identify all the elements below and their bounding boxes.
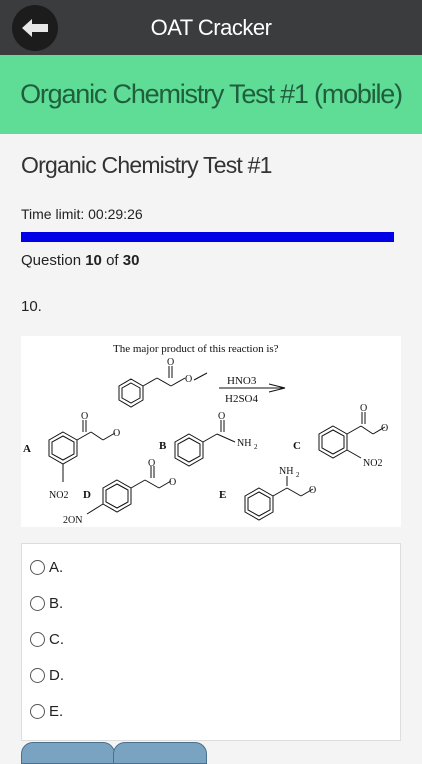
svg-text:O: O <box>381 423 388 434</box>
answer-options: A. B. C. D. E. <box>21 543 401 741</box>
svg-text:O: O <box>309 485 316 496</box>
svg-text:NH: NH <box>237 438 251 449</box>
svg-text:B: B <box>159 440 167 452</box>
time-limit: Time limit: 00:29:26 <box>21 206 143 222</box>
svg-text:NO2: NO2 <box>49 490 68 501</box>
svg-text:NH: NH <box>279 466 293 477</box>
svg-text:O: O <box>169 477 176 488</box>
test-title: Organic Chemistry Test #1 <box>21 152 272 178</box>
svg-text:A: A <box>23 443 31 455</box>
svg-text:2: 2 <box>296 471 300 479</box>
time-progress-bar <box>21 232 394 242</box>
reagent-top: HNO3 <box>227 375 257 387</box>
option-a[interactable]: A. <box>30 554 63 580</box>
previous-button[interactable] <box>21 742 115 764</box>
svg-text:D: D <box>83 489 91 501</box>
svg-text:O: O <box>218 411 225 422</box>
svg-text:O: O <box>81 411 88 422</box>
radio-icon[interactable] <box>30 667 45 683</box>
svg-text:E: E <box>219 489 226 501</box>
reagent-bottom: H2SO4 <box>225 393 259 405</box>
app-title: OAT Cracker <box>150 15 272 40</box>
figure-prompt: The major product of this reaction is? <box>113 343 279 355</box>
radio-icon[interactable] <box>30 595 45 611</box>
option-d[interactable]: D. <box>30 662 64 688</box>
radio-icon[interactable] <box>30 703 45 719</box>
next-button[interactable] <box>113 742 207 764</box>
question-number: 10. <box>21 298 42 315</box>
option-c[interactable]: C. <box>30 626 64 652</box>
svg-text:O: O <box>185 374 192 385</box>
svg-text:2: 2 <box>254 443 258 451</box>
option-b[interactable]: B. <box>30 590 63 616</box>
svg-text:2ON: 2ON <box>63 515 82 526</box>
time-progress-fill <box>21 232 394 242</box>
test-banner: Organic Chemistry Test #1 (mobile) <box>0 55 422 134</box>
radio-icon[interactable] <box>30 559 45 575</box>
svg-text:C: C <box>293 440 301 452</box>
reaction-diagram: The major product of this reaction is? O… <box>23 343 388 526</box>
top-bar: OAT Cracker <box>0 0 422 55</box>
svg-text:O: O <box>360 403 367 414</box>
question-counter: Question 10 of 30 <box>21 252 140 269</box>
svg-text:O: O <box>167 357 174 368</box>
svg-text:O: O <box>113 428 120 439</box>
option-e[interactable]: E. <box>30 698 63 724</box>
question-figure: The major product of this reaction is? O… <box>21 336 401 527</box>
radio-icon[interactable] <box>30 631 45 647</box>
svg-text:O: O <box>148 458 155 469</box>
svg-text:NO2: NO2 <box>363 458 382 469</box>
question-content: Organic Chemistry Test #1 Time limit: 00… <box>0 134 422 764</box>
